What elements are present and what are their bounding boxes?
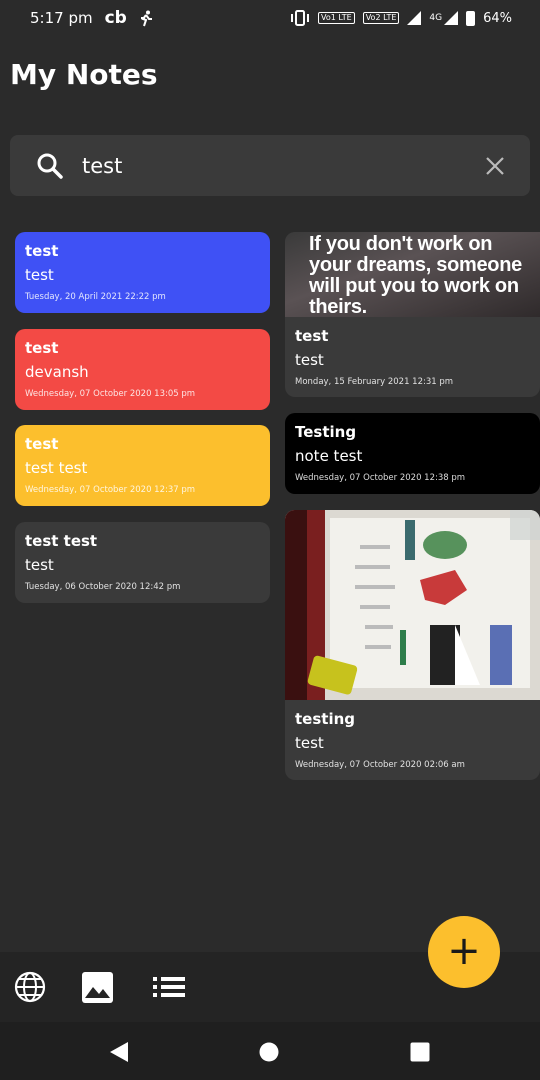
note-date: Tuesday, 06 October 2020 12:42 pm (25, 582, 181, 592)
note-date: Monday, 15 February 2021 12:31 pm (295, 377, 454, 387)
home-icon[interactable] (259, 1042, 279, 1062)
status-left: 5:17 pm cb (30, 8, 153, 28)
note-card[interactable]: If you don't work on your dreams, someon… (285, 232, 540, 397)
note-title: Testing (295, 423, 357, 441)
add-note-button[interactable]: + (428, 916, 500, 988)
note-image: If you don't work on your dreams, someon… (285, 232, 540, 317)
note-date: Wednesday, 07 October 2020 02:06 am (295, 760, 465, 770)
note-body: test (25, 266, 54, 284)
note-date: Wednesday, 07 October 2020 12:37 pm (25, 485, 196, 495)
network-type: 4G (429, 13, 443, 23)
globe-icon[interactable] (14, 971, 46, 1003)
note-title: test (25, 435, 59, 453)
recents-icon[interactable] (410, 1042, 430, 1062)
page-title: My Notes (10, 58, 158, 91)
plus-icon: + (447, 927, 481, 974)
battery-percent: 64% (483, 10, 512, 26)
close-icon[interactable] (484, 155, 506, 177)
signal-1-icon (407, 11, 422, 25)
note-body: test (295, 734, 324, 752)
search-box[interactable] (10, 135, 530, 196)
note-body: test (25, 556, 54, 574)
volte-2-badge: Vo2 LTE (362, 12, 400, 24)
status-time: 5:17 pm (30, 9, 93, 27)
note-title: test (295, 327, 329, 345)
note-date: Wednesday, 07 October 2020 13:05 pm (25, 389, 196, 399)
vibrate-icon (291, 10, 310, 26)
note-card[interactable]: Testing note test Wednesday, 07 October … (285, 413, 540, 494)
note-card[interactable]: test test test Wednesday, 07 October 202… (15, 425, 270, 506)
note-date: Tuesday, 20 April 2021 22:22 pm (25, 292, 166, 302)
note-card[interactable]: testing test Wednesday, 07 October 2020 … (285, 510, 540, 780)
running-icon (140, 10, 152, 26)
search-input[interactable] (82, 153, 484, 178)
system-nav-bar (0, 1022, 540, 1080)
list-icon[interactable] (153, 976, 185, 998)
status-bar: 5:17 pm cb Vo1 LTE Vo2 LTE 4G 64% (0, 0, 540, 36)
signal-2-icon (444, 11, 459, 25)
volte-1-badge: Vo1 LTE (318, 12, 355, 24)
note-body: test (295, 351, 324, 369)
note-image (285, 510, 540, 700)
note-card[interactable]: test test test Tuesday, 06 October 2020 … (15, 522, 270, 603)
back-icon[interactable] (108, 1041, 130, 1063)
search-icon (37, 153, 63, 179)
battery-icon (466, 10, 476, 26)
note-title: test (25, 242, 59, 260)
note-title: test test (25, 532, 98, 550)
status-right: Vo1 LTE Vo2 LTE 4G 64% (290, 10, 512, 26)
note-body: test test (25, 459, 88, 477)
note-body: note test (295, 447, 363, 465)
note-image-text: If you don't work on your dreams, someon… (309, 233, 522, 318)
note-card[interactable]: test test Tuesday, 20 April 2021 22:22 p… (15, 232, 270, 313)
photo-thumbnail (285, 510, 540, 700)
image-icon[interactable] (82, 972, 113, 1003)
note-body: devansh (25, 363, 89, 381)
note-card[interactable]: test devansh Wednesday, 07 October 2020 … (15, 329, 270, 410)
note-title: testing (295, 710, 355, 728)
note-date: Wednesday, 07 October 2020 12:38 pm (295, 473, 466, 483)
note-title: test (25, 339, 59, 357)
carrier-badge: cb (104, 8, 127, 28)
